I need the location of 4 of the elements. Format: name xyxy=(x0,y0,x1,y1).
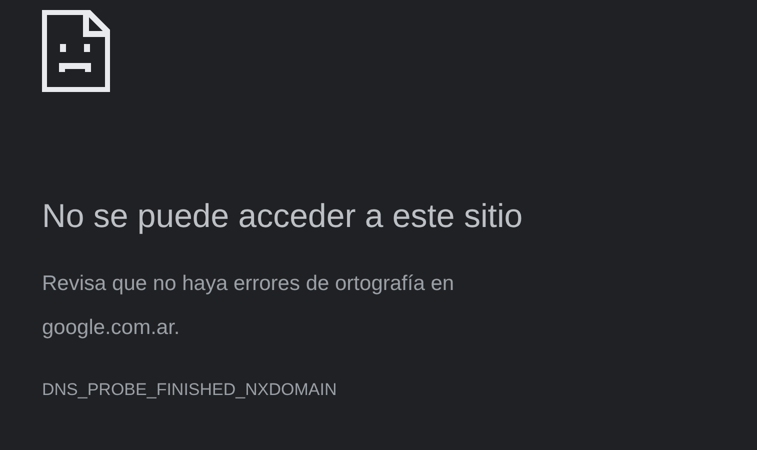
error-title: No se puede acceder a este sitio xyxy=(42,196,523,236)
sad-page-icon xyxy=(42,10,110,92)
error-message: Revisa que no haya errores de ortografía en google.com.ar. xyxy=(42,271,456,341)
error-code: DNS_PROBE_FINISHED_NXDOMAIN xyxy=(42,380,337,400)
